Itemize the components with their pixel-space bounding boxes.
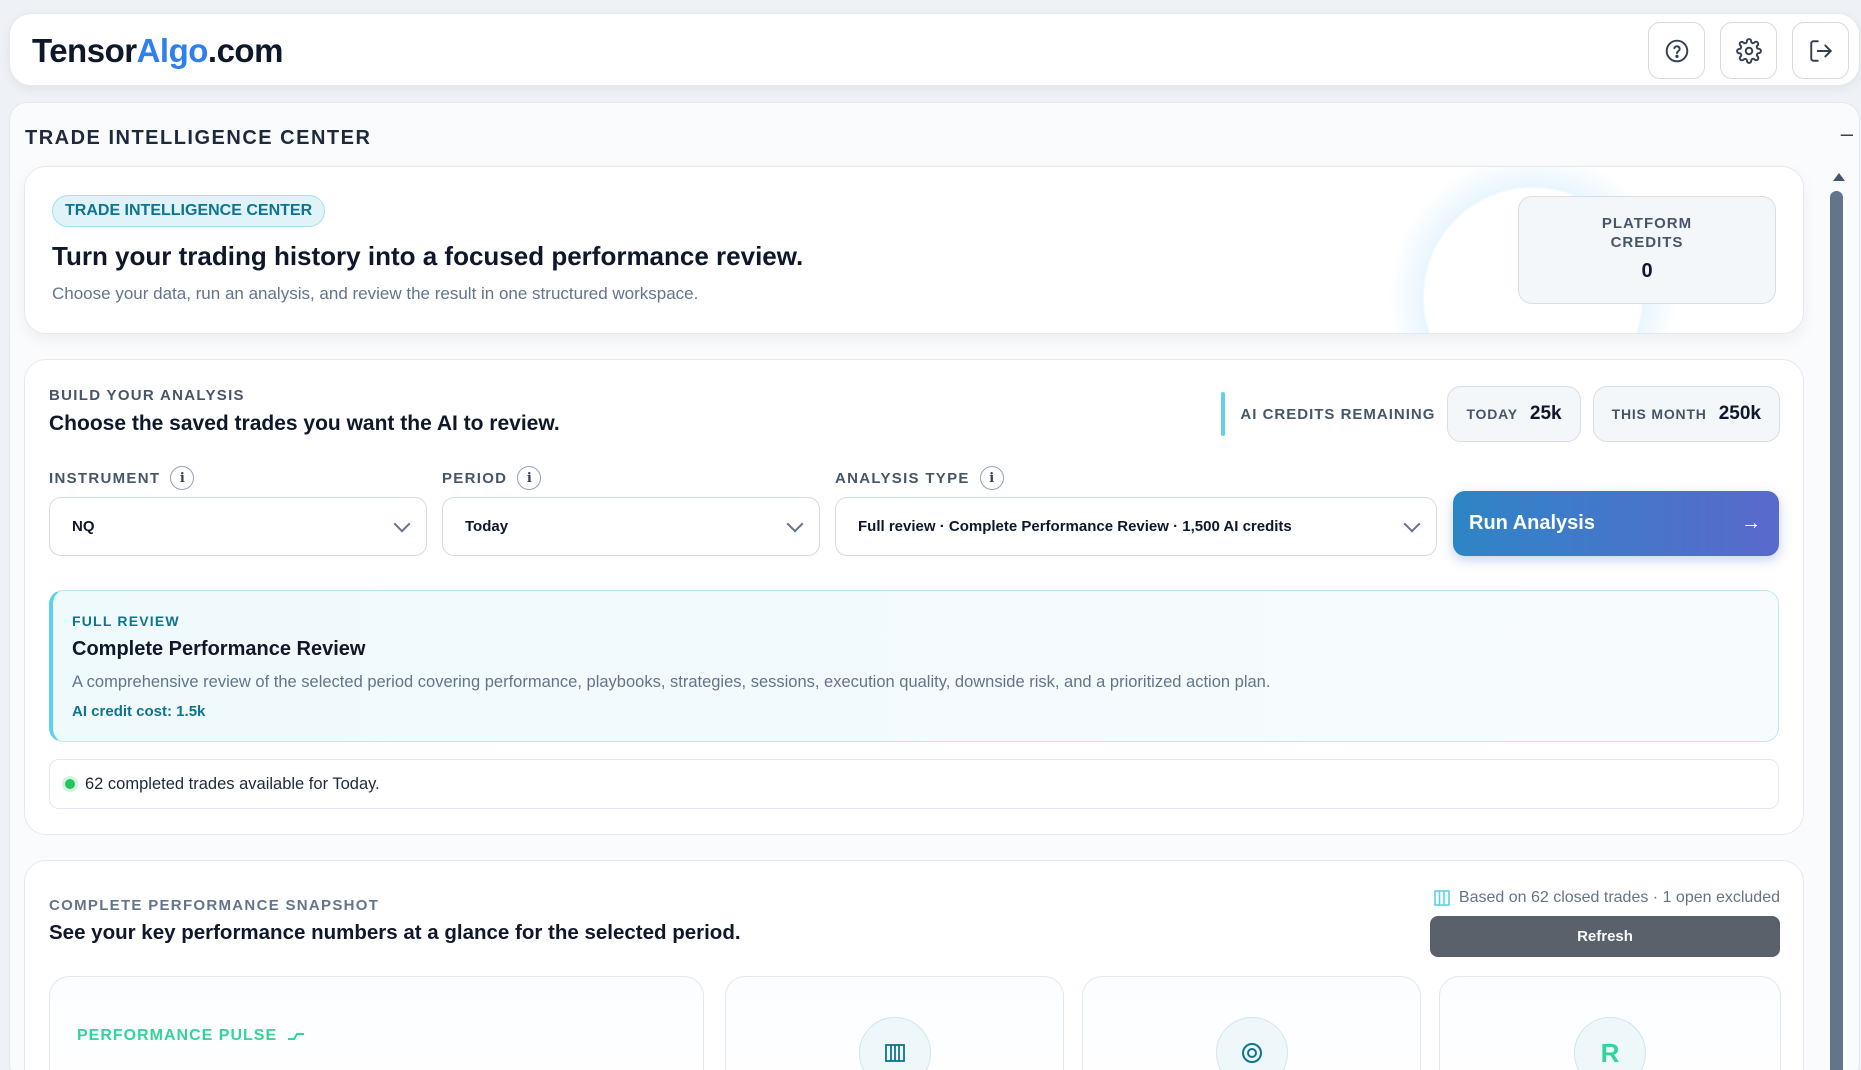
performance-pulse-card: PERFORMANCE PULSE — [49, 976, 704, 1070]
platform-credits-label: PLATFORM CREDITS — [1601, 215, 1693, 251]
build-eyebrow: BUILD YOUR ANALYSIS — [49, 387, 245, 404]
snapshot-heading: See your key performance numbers at a gl… — [49, 921, 741, 944]
brand-logo[interactable]: TensorAlgo.com — [32, 32, 283, 70]
status-dot-icon — [65, 779, 75, 789]
analysis-type-value: Full review · Complete Performance Revie… — [858, 518, 1292, 535]
build-heading: Choose the saved trades you want the AI … — [49, 412, 560, 435]
instrument-select[interactable]: NQ — [49, 497, 427, 556]
hero-card: TRADE INTELLIGENCE CENTER Turn your trad… — [24, 166, 1804, 334]
review-description-box: FULL REVIEW Complete Performance Review … — [49, 590, 1779, 742]
r-multiple-icon: R — [1574, 1017, 1646, 1070]
logo-part-tensor: Tensor — [32, 32, 137, 69]
ai-credits-label-text: AI CREDITS REMAINING — [1240, 405, 1436, 423]
help-button[interactable] — [1648, 22, 1705, 79]
scrollbar[interactable] — [1829, 173, 1845, 1070]
hero-title: Turn your trading history into a focused… — [52, 241, 804, 271]
metric-card-3: R — [1439, 976, 1781, 1070]
metric-card-1 — [725, 976, 1064, 1070]
review-title: Complete Performance Review — [72, 638, 366, 660]
review-eyebrow: FULL REVIEW — [72, 613, 180, 629]
analysis-type-label: ANALYSIS TYPE i — [835, 466, 1004, 490]
build-analysis-card: BUILD YOUR ANALYSIS Choose the saved tra… — [24, 359, 1804, 835]
help-icon — [1665, 39, 1688, 62]
logout-button[interactable] — [1792, 22, 1849, 79]
top-bar: TensorAlgo.com — [9, 13, 1860, 86]
snapshot-meta-text: Based on 62 closed trades · 1 open exclu… — [1458, 889, 1780, 906]
month-label: THIS MONTH — [1611, 406, 1707, 422]
scroll-up-arrow-icon[interactable] — [1833, 173, 1845, 181]
platform-credits-box: PLATFORM CREDITS 0 — [1518, 196, 1776, 304]
run-analysis-label: Run Analysis — [1469, 512, 1595, 534]
ai-credits-row: AI CREDITS REMAINING TODAY 25k THIS MONT… — [1221, 386, 1780, 442]
hero-badge: TRADE INTELLIGENCE CENTER — [52, 195, 326, 227]
collapse-button[interactable]: – — [1841, 121, 1853, 147]
panel-title: TRADE INTELLIGENCE CENTER — [25, 127, 372, 149]
hero-subtitle: Choose your data, run an analysis, and r… — [52, 284, 699, 303]
today-label: TODAY — [1466, 406, 1518, 422]
period-label-text: PERIOD — [442, 469, 508, 487]
review-cost: AI credit cost: 1.5k — [72, 703, 206, 720]
r-glyph: R — [1600, 1037, 1620, 1068]
credits-month-chip: THIS MONTH 250k — [1592, 386, 1780, 442]
accent-bar — [1221, 392, 1226, 436]
review-description: A comprehensive review of the selected p… — [72, 673, 1271, 691]
info-icon[interactable]: i — [170, 466, 195, 490]
chevron-down-icon — [786, 515, 804, 533]
instrument-value: NQ — [72, 518, 95, 535]
info-icon[interactable]: i — [517, 466, 542, 490]
logo-part-domain: .com — [207, 32, 284, 69]
scroll-thumb[interactable] — [1830, 191, 1843, 1070]
snapshot-eyebrow: COMPLETE PERFORMANCE SNAPSHOT — [49, 897, 380, 914]
month-value: 250k — [1718, 403, 1761, 424]
today-value: 25k — [1529, 403, 1562, 424]
chevron-down-icon — [1403, 515, 1421, 533]
trend-icon — [288, 1033, 305, 1040]
metric-card-2 — [1082, 976, 1421, 1070]
settings-button[interactable] — [1720, 22, 1777, 79]
performance-snapshot-card: COMPLETE PERFORMANCE SNAPSHOT See your k… — [24, 860, 1804, 1070]
instrument-label-text: INSTRUMENT — [49, 469, 161, 487]
trades-availability: 62 completed trades available for Today. — [49, 759, 1779, 809]
arrow-right-icon: → — [1741, 512, 1761, 534]
credits-today-chip: TODAY 25k — [1447, 386, 1581, 442]
performance-pulse-text: PERFORMANCE PULSE — [77, 1027, 278, 1044]
platform-credits-value: 0 — [1641, 260, 1653, 282]
analysis-type-label-text: ANALYSIS TYPE — [835, 469, 970, 487]
top-actions — [1648, 22, 1849, 79]
settings-icon — [1735, 37, 1762, 64]
instrument-label: INSTRUMENT i — [49, 466, 195, 490]
refresh-button[interactable]: Refresh — [1430, 916, 1780, 957]
chevron-down-icon — [393, 515, 411, 533]
logo-part-algo: Algo — [136, 32, 209, 69]
logout-icon — [1809, 39, 1832, 62]
snapshot-meta: Based on 62 closed trades · 1 open exclu… — [1433, 889, 1780, 907]
bars-icon — [858, 1017, 931, 1070]
ai-credits-label: AI CREDITS REMAINING — [1221, 392, 1435, 436]
target-icon — [1215, 1017, 1288, 1070]
performance-pulse-label: PERFORMANCE PULSE — [77, 1027, 305, 1045]
period-value: Today — [465, 518, 509, 535]
info-icon[interactable]: i — [979, 466, 1004, 490]
period-select[interactable]: Today — [442, 497, 820, 556]
run-analysis-button[interactable]: Run Analysis → — [1453, 491, 1779, 556]
period-label: PERIOD i — [442, 466, 542, 490]
analysis-type-select[interactable]: Full review · Complete Performance Revie… — [835, 497, 1437, 556]
availability-text: 62 completed trades available for Today. — [85, 774, 380, 793]
grid-icon — [1434, 890, 1450, 906]
